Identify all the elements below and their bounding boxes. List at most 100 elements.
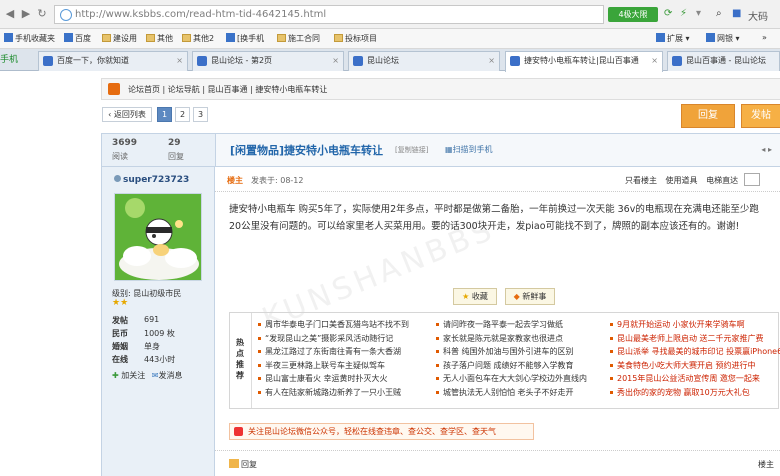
hot-item[interactable]: 2015年昆山公益活动宣传周 邀您一起来 [608, 372, 780, 386]
info-coins: 民币 1009 枚 [112, 329, 175, 338]
level-stars: ★★ [112, 298, 129, 308]
fav-baidu[interactable]: 百度 [64, 33, 91, 44]
hot-item[interactable]: 有人在陆家新城路边新养了一只小王贼 [256, 386, 409, 400]
fav-huanshouji[interactable]: [换手机 [226, 33, 264, 44]
close-icon[interactable]: × [488, 52, 495, 70]
hot-item[interactable]: 无人小面包车在大大剑心学校边外直线内 [434, 372, 587, 386]
page-1[interactable]: 1 [157, 107, 172, 122]
only-op-link[interactable]: 只看楼主 [625, 176, 657, 185]
hot-item[interactable]: 家长就是陈元就是家教家也很进点 [434, 332, 587, 346]
tab-baishitong[interactable]: 昆山百事通 - 昆山论坛 [667, 51, 780, 71]
hot-item[interactable]: 秀出你的家的宠物 赢取10万元大礼包 [608, 386, 780, 400]
reply-button[interactable]: 回复 [681, 104, 735, 128]
back-to-list-button[interactable]: ‹ 返回列表 [102, 107, 152, 122]
bank-icon [706, 33, 715, 42]
username[interactable]: super723723 [114, 175, 189, 185]
hot-item[interactable]: 9月就开始运动 小家伙开来学骑车啊 [608, 318, 780, 332]
close-icon[interactable]: × [332, 52, 339, 70]
wechat-follow-banner[interactable]: 关注昆山论坛微信公众号，轻松在线查违章、查公交、查学区、查天气 [229, 423, 534, 440]
back-icon[interactable]: ◀ [4, 8, 16, 20]
copy-link[interactable]: [复制链接] [395, 145, 428, 155]
forward-icon[interactable]: ▶ [20, 8, 32, 20]
hot-label: 热点推荐 [230, 313, 252, 408]
send-message-button[interactable]: ✉发消息 [152, 371, 183, 380]
close-icon[interactable]: × [176, 52, 183, 70]
add-follow-button[interactable]: ✚ 加关注 [112, 371, 145, 380]
post-content: 捷安特小电瓶车 购买5年了，实际使用2年多点，平时都是做第二备胎，一年前换过一次… [229, 204, 759, 232]
site-icon [510, 56, 520, 66]
lightning-icon[interactable]: ⚡ [680, 8, 687, 19]
goto-floor-label: 电梯直达 [706, 176, 739, 185]
refresh-green-icon[interactable]: ⟳ [664, 8, 672, 19]
browser-address-bar: ◀ ▶ ↻ http://www.ksbbs.com/read-htm-tid-… [0, 0, 780, 29]
hot-item[interactable]: 昆山派举 寻找最美的城市印记 投票赢iPhone6s [608, 345, 780, 359]
user-label[interactable]: 大码 [748, 8, 768, 23]
grid-icon [656, 33, 665, 42]
share-button[interactable]: ◆ 新鲜事 [505, 288, 555, 305]
favorites-bar: 手机收藏夹 百度 建设用 其他 其他2 [换手机 施工合同 投标项目 扩展 ▾ … [0, 29, 780, 49]
quick-reply-button[interactable]: 回复 [229, 459, 257, 470]
close-icon[interactable]: × [651, 52, 658, 70]
home-icon[interactable] [108, 83, 120, 95]
views-label: 阅读 [112, 152, 128, 161]
page-3[interactable]: 3 [193, 107, 208, 122]
tab-mobile[interactable]: 手机 [0, 52, 18, 65]
hot-item[interactable]: 请问昨夜一路平泰一起去学习做纸 [434, 318, 587, 332]
folder-icon [182, 34, 191, 42]
reply-icon [229, 459, 239, 468]
info-marital: 婚姻 单身 [112, 342, 160, 351]
fav-extensions[interactable]: 扩展 ▾ [656, 33, 690, 44]
floor-input[interactable] [744, 173, 760, 186]
fav-mobile[interactable]: 手机收藏夹 [4, 33, 55, 44]
fav-bidding[interactable]: 投标项目 [334, 33, 377, 44]
site-icon [672, 56, 682, 66]
new-post-button[interactable]: 发帖 [741, 104, 780, 128]
fav-folder-qita[interactable]: 其他 [146, 33, 173, 44]
fav-contract[interactable]: 施工合同 [277, 33, 320, 44]
hot-item[interactable]: 城管执法无人别怕怕 老头子不好走开 [434, 386, 587, 400]
paw-icon [43, 56, 53, 66]
message-icon: ✉ [151, 371, 159, 380]
page-2[interactable]: 2 [175, 107, 190, 122]
dropdown-icon[interactable]: ▾ [696, 8, 701, 19]
breadcrumb: 论坛首页 | 论坛导航 | 昆山百事通 | 捷安特小电瓶车转让 [101, 78, 780, 100]
breadcrumb-text[interactable]: 论坛首页 | 论坛导航 | 昆山百事通 | 捷安特小电瓶车转让 [128, 84, 327, 95]
hot-item[interactable]: 周市华泰电子门口美香瓦猎鸟站不找不到 [256, 318, 409, 332]
hot-item[interactable]: 科普 纯国外加油与国外引进车的区别 [434, 345, 587, 359]
url-text: http://www.ksbbs.com/read-htm-tid-464214… [75, 9, 327, 20]
user-icon[interactable]: ■ [732, 8, 741, 19]
search-icon[interactable]: ⌕ [716, 8, 722, 19]
hot-item[interactable]: 昆山最美老师上限启动 送二千元家推广费 [608, 332, 780, 346]
site-icon [197, 56, 207, 66]
thread-nav-arrows[interactable]: ◂ ▸ [761, 145, 772, 154]
mobile-icon [4, 33, 13, 42]
fav-more[interactable]: » [762, 33, 767, 42]
fav-folder-qita2[interactable]: 其他2 [182, 33, 214, 44]
hot-item[interactable]: 昆山富士康看火 幸运黄时扑灭大火 [256, 372, 409, 386]
use-tool-link[interactable]: 使用道具 [666, 176, 698, 185]
user-sidebar: super723723 级别: 昆山初级市民 ★★ 发帖 691 民币 1009 枚… [101, 167, 215, 476]
fav-netbank[interactable]: 网银 ▾ [706, 33, 740, 44]
hot-item[interactable]: 美食特色小吃大师大赛开启 预约进行中 [608, 359, 780, 373]
hot-item[interactable]: 半夜三更林路上联号车主疑似驾车 [256, 359, 409, 373]
hot-col-1: 周市华泰电子门口美香瓦猎鸟站不找不到 “发现昆山之美”摄影采风活动随行记 黑龙江… [256, 318, 409, 399]
speed-button[interactable]: 4极大限 [608, 7, 658, 22]
collect-button[interactable]: ★ 收藏 [453, 288, 497, 305]
plus-icon: ✚ [112, 371, 119, 380]
fav-folder-jianshe[interactable]: 建设用 [102, 33, 137, 44]
hot-item[interactable]: “发现昆山之美”摄影采风活动随行记 [256, 332, 409, 346]
url-input[interactable]: http://www.ksbbs.com/read-htm-tid-464214… [54, 5, 604, 24]
hot-item[interactable]: 黑龙江路过了东街南往青有一条大香湖 [256, 345, 409, 359]
tab-ksbbs[interactable]: 昆山论坛 × [348, 51, 500, 71]
scan-to-mobile[interactable]: ▦扫描到手机 [445, 144, 493, 155]
floor-tag: 楼主 [227, 176, 243, 185]
refresh-icon[interactable]: ↻ [36, 8, 48, 20]
tab-current-thread[interactable]: 捷安特小电瓶车转让|昆山百事通 × [505, 51, 663, 72]
user-actions: ✚ 加关注 ✉发消息 [112, 370, 183, 381]
bookmark-icon [226, 33, 235, 42]
tab-baidu[interactable]: 百度一下，你就知道 × [38, 51, 188, 71]
tab-ksbbs-page2[interactable]: 昆山论坛 - 第2页 × [192, 51, 344, 71]
avatar[interactable] [114, 193, 202, 281]
post-tools: 只看楼主 使用道具 电梯直达 [625, 175, 738, 186]
hot-item[interactable]: 孩子落户问题 成绩好不能够入学教育 [434, 359, 587, 373]
